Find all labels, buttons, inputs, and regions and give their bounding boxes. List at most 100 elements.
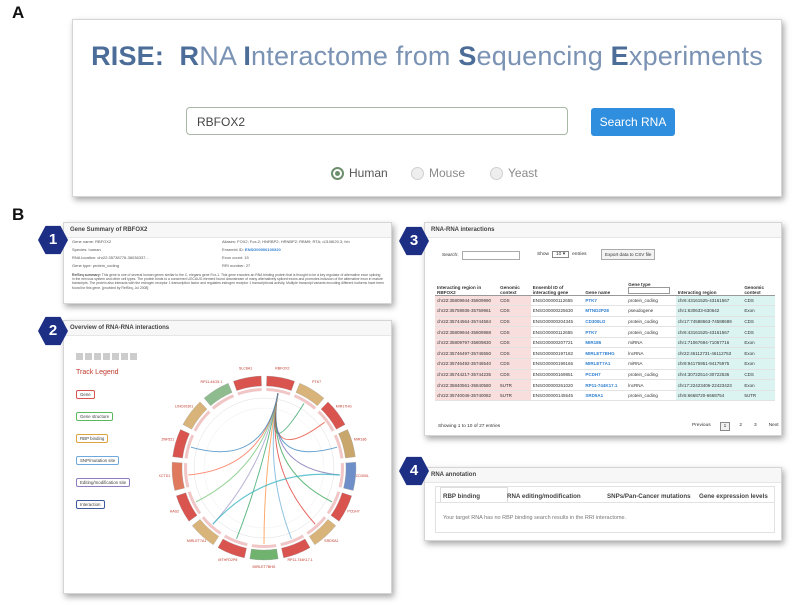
gene-segment — [176, 492, 198, 522]
table-cell[interactable]: CD300LD — [583, 316, 627, 328]
table-row[interactable]: chr22:35840561-35840580 5UTR ENSG000002610… — [435, 379, 775, 391]
page-link[interactable]: 2 — [736, 422, 745, 431]
table-row[interactable]: chr22:35746497-35746550 CDS ENSG0000019718… — [435, 347, 775, 360]
zoom-out-icon[interactable] — [85, 353, 92, 360]
gene-type-filter[interactable] — [628, 286, 671, 294]
table-row[interactable]: chr22:35746492-35746540 CDS ENSG0000019916… — [435, 358, 775, 370]
table-cell[interactable]: MIRLET7BHG — [583, 347, 627, 360]
table-cell: CDS — [498, 347, 531, 360]
annotation-title: RNA annotation — [425, 468, 781, 483]
col-header[interactable]: Ensembl ID of interacting gene — [530, 275, 584, 296]
rotate-icon[interactable] — [112, 353, 119, 360]
reset-icon[interactable] — [94, 353, 101, 360]
table-cell: CDS — [498, 305, 531, 317]
search-rna-button[interactable]: Search RNA — [591, 108, 675, 136]
field-key: Species: — [72, 247, 88, 252]
gene-segment — [281, 538, 311, 559]
col-header[interactable]: Interacting region — [675, 275, 743, 296]
field-value: human — [88, 247, 101, 252]
legend-item[interactable]: RBP binding — [76, 434, 109, 443]
tab-rna-editing[interactable]: RNA editing/modification — [507, 493, 581, 500]
table-cell: chr22:35840561-35840580 — [435, 379, 499, 391]
col-header[interactable]: Gene type — [626, 275, 676, 296]
panel-label-b: B — [12, 205, 25, 224]
title-part: xperiments — [628, 41, 763, 71]
table-cell: Exon — [742, 358, 775, 370]
panel-label-a: A — [12, 3, 25, 22]
pan-icon[interactable] — [103, 353, 110, 360]
page-link[interactable]: 1 — [719, 422, 731, 431]
table-cell[interactable]: PTK7 — [583, 295, 627, 307]
table-cell[interactable]: MIRLET7A1 — [583, 358, 627, 370]
page-link[interactable]: Previous — [689, 422, 714, 431]
table-cell: ENSG00000207721 — [530, 337, 584, 349]
page-length-value: 10 — [556, 252, 562, 257]
col-header[interactable]: Gene name — [583, 275, 627, 296]
table-search-input[interactable] — [461, 251, 520, 260]
field-key: Ensembl ID: — [222, 247, 244, 252]
table-cell[interactable]: SRD5A1 — [583, 390, 627, 402]
gene-label: RBFOX2 — [275, 367, 289, 371]
table-cell: CDS — [498, 337, 531, 349]
table-cell: chr6:43161525-43161567 — [675, 326, 743, 338]
table-cell[interactable]: MIR186 — [583, 337, 627, 349]
export-csv-button[interactable]: Export data to CSV file — [601, 249, 656, 260]
page-length: Show 10 ▾ entries — [537, 251, 587, 258]
species-radio-yeast[interactable]: Yeast — [490, 166, 538, 180]
show-label: Show — [537, 252, 549, 257]
table-cell: CDS — [498, 358, 531, 370]
table-row[interactable]: chr22:35744564-35744584 CDS ENSG0000020434… — [435, 316, 775, 328]
circos-plot[interactable]: RBFOX2 PTK7 MIR17HG MIR186 CD300LD PCDH7 SRDSA… — [159, 341, 369, 591]
legend-item[interactable]: Editing/modification site — [76, 478, 131, 487]
col-header[interactable]: Genomic context — [498, 275, 531, 296]
species-label: Yeast — [508, 166, 538, 180]
table-cell: ENSG00000169851 — [530, 369, 584, 381]
legend-item[interactable]: Gene structure — [76, 412, 114, 421]
ensembl-link[interactable]: ENSG00000100320 — [245, 247, 281, 252]
table-cell: miRNA — [626, 337, 676, 349]
table-cell: ENSG00000204345 — [530, 316, 584, 328]
table-cell: chr22:35809944-35809990 — [435, 295, 499, 307]
legend-item[interactable]: Gene — [76, 390, 95, 399]
table-row[interactable]: chr22:35759936-35759961 CDS ENSG0000022563… — [435, 305, 775, 317]
table-cell: protein_coding — [626, 390, 676, 402]
tab-gene-expression[interactable]: Gene expression levels — [699, 493, 768, 500]
legend-item[interactable]: SNP/mutation site — [76, 456, 120, 465]
page-length-select[interactable]: 10 ▾ — [552, 251, 570, 258]
table-cell[interactable]: MTND2P28 — [583, 305, 627, 317]
table-row[interactable]: chr22:35809944-35809988 CDS ENSG0000011265… — [435, 326, 775, 338]
refseq-text: This gene is one of several human genes … — [72, 273, 384, 290]
table-row[interactable]: chr22:35809797-35809830 CDS ENSG0000020772… — [435, 337, 775, 349]
table-row[interactable]: chr22:35809944-35809990 CDS ENSG0000011265… — [435, 295, 775, 307]
settings-icon[interactable] — [130, 353, 137, 360]
table-cell: miRNA — [626, 358, 676, 370]
table-cell[interactable]: RP11-744K17.1 — [583, 379, 627, 391]
table-cell: protein_coding — [626, 369, 676, 381]
table-cell: CDS — [742, 295, 775, 307]
page-link[interactable]: 3 — [751, 422, 760, 431]
col-header[interactable]: Interacting region in RBFOX2 — [435, 275, 499, 296]
zoom-in-icon[interactable] — [76, 353, 83, 360]
tab-snps-mutations[interactable]: SNPs/Pan-Cancer mutations — [607, 493, 691, 500]
table-cell: CDS — [498, 369, 531, 381]
table-cell: chr6:43161525-43161567 — [675, 295, 743, 307]
col-header[interactable]: Genomic context — [742, 275, 775, 296]
rna-search-input[interactable]: RBFOX2 — [186, 107, 568, 135]
table-cell[interactable]: PCDH7 — [583, 369, 627, 381]
table-cell: lncRNA — [626, 379, 676, 391]
table-cell[interactable]: PTK7 — [583, 326, 627, 338]
species-radio-mouse[interactable]: Mouse — [411, 166, 465, 180]
table-cell: chr22:46112731-46112753 — [675, 347, 743, 360]
table-row[interactable]: chr22:35740046-35740082 5UTR ENSG000001455… — [435, 390, 775, 402]
tab-rbp-binding[interactable]: RBP binding — [443, 493, 480, 500]
table-row[interactable]: chr22:35744217-35744235 CDS ENSG0000016985… — [435, 369, 775, 381]
table-cell: pseudogene — [626, 305, 676, 317]
download-icon[interactable] — [121, 353, 128, 360]
legend-item[interactable]: Interaction — [76, 500, 105, 509]
table-cell: Exon — [742, 337, 775, 349]
species-radio-human[interactable]: Human — [331, 166, 388, 180]
species-label: Mouse — [429, 166, 466, 180]
table-cell: CDS — [498, 316, 531, 328]
page-link[interactable]: Next — [766, 422, 782, 431]
title-part — [164, 41, 179, 71]
